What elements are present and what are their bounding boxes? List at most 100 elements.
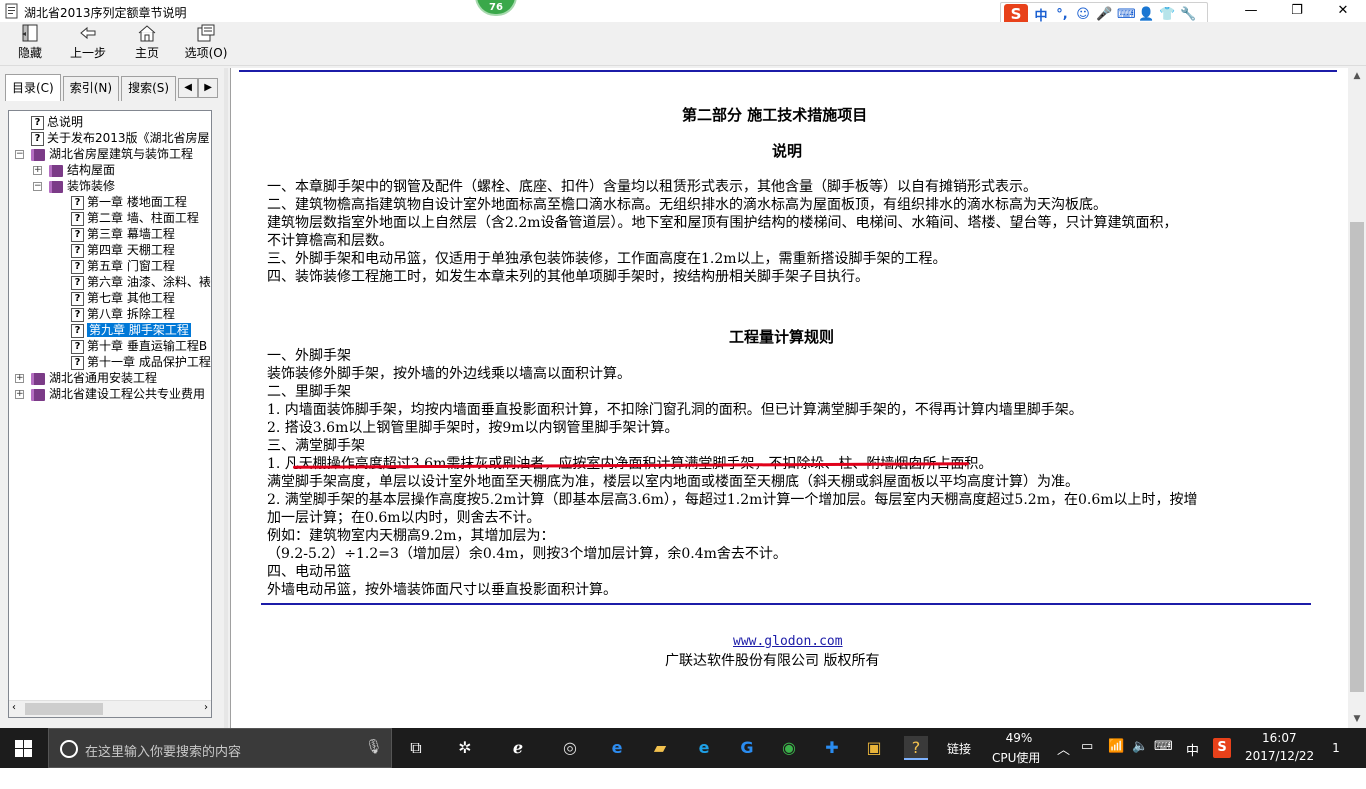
help-viewer-task-icon[interactable]: ? [904,736,928,760]
rules-line: 四、电动吊篮 [267,564,351,580]
ime-user-icon[interactable]: 👤 [1138,7,1154,22]
help-page-icon: ? [71,291,84,306]
close-button[interactable]: ✕ [1320,0,1366,22]
glodon-link[interactable]: www.glodon.com [733,634,843,649]
expand-icon[interactable]: + [15,390,24,399]
performance-badge[interactable]: 76 [475,0,517,16]
home-label: 主页 [134,46,159,60]
tree-item-label: 结构屋面 [67,163,116,177]
rules-line: 加一层计算；在0.6m以内时，则舍去不计。 [267,510,541,526]
internet-explorer-icon[interactable]: e [692,736,716,760]
tab-contents[interactable]: 目录(C) [5,74,61,101]
tab-scroll-right-icon[interactable]: ▶ [198,78,219,98]
glodon-g-icon[interactable]: G [735,736,759,760]
tree-item[interactable]: ? 第二章 墙、柱面工程 [71,210,199,226]
pane-splitter[interactable] [224,68,228,728]
ime-keyboard-icon[interactable]: ⌨ [1117,7,1136,22]
action-center-icon[interactable]: 1 [1326,738,1346,758]
tree-item[interactable]: ? 第十章 垂直运输工程B [71,338,207,354]
tree-item-label: 第七章 其他工程 [87,291,175,305]
scroll-right-icon[interactable]: › [204,702,208,713]
minimize-button[interactable]: — [1228,0,1274,22]
taskbar-search-box[interactable]: 在这里输入你要搜索的内容 🎙 [48,728,392,768]
tree-item[interactable]: ? 第一章 楼地面工程 [71,194,187,210]
rules-line: 三、满堂脚手架 [267,438,365,454]
edge-icon[interactable]: e [605,736,629,760]
tray-expand-icon[interactable]: ︿ [1057,739,1070,779]
options-button[interactable]: 选项(O) [184,24,228,64]
tab-scroll-left-icon[interactable]: ◀ [178,78,199,98]
contents-tree[interactable]: ‹ › ? 总说明? 关于发布2013版《湖北省房屋 − 湖北省房屋建筑与装饰工程 + 结构… [8,110,212,718]
tree-scroll-thumb[interactable] [25,703,103,715]
hide-button[interactable]: 隐藏 [12,24,48,64]
collapse-icon[interactable]: − [15,150,24,159]
clock-date[interactable]: 2017/12/22 [1245,749,1314,789]
content-vertical-scrollbar[interactable]: ▲ ▼ [1348,68,1366,728]
explain-line: 二、建筑物檐高指建筑物自设计室外地面标高至檐口滴水标高。无组织排水的滴水标高为屋… [267,197,1107,213]
tree-item[interactable]: ? 第五章 门窗工程 [71,258,175,274]
tree-item[interactable]: ? 第三章 幕墙工程 [71,226,175,242]
back-button[interactable]: 上一步 [68,24,108,64]
maximize-button[interactable]: ❐ [1274,0,1320,22]
help-toolbar: 隐藏 上一步 主页 选项(O) [0,22,1366,66]
scroll-up-icon[interactable]: ▲ [1348,68,1366,85]
tree-item[interactable]: 湖北省房屋建筑与装饰工程 [31,146,193,162]
ime-skin-icon[interactable]: 👕 [1159,7,1175,22]
rules-line: 外墙电动吊篮，按外墙装饰面尺寸以垂直投影面积计算。 [267,582,617,598]
tree-item[interactable]: ? 第七章 其他工程 [71,290,175,306]
tree-item[interactable]: 结构屋面 [49,162,115,178]
scroll-down-icon[interactable]: ▼ [1348,711,1366,728]
help-page-icon: ? [71,355,84,370]
tree-item[interactable]: ? 第四章 天棚工程 [71,242,175,258]
help-page-icon: ? [71,339,84,354]
ime-voice-icon[interactable]: 🎤 [1096,7,1112,22]
swirl-app-icon[interactable]: ◎ [558,736,582,760]
ie-legacy-icon[interactable]: ℯ [506,736,530,760]
tab-search[interactable]: 搜索(S) [121,76,177,101]
file-explorer-icon[interactable]: ▰ [648,736,672,760]
tree-item[interactable]: 装饰装修 [49,178,115,194]
scroll-left-icon[interactable]: ‹ [12,702,16,713]
explain-line: 建筑物层数指室外地面以上自然层（含2.2m设备管道层）。地下室和屋顶有围护结构的… [267,215,1178,231]
tree-item[interactable]: ? 第六章 油漆、涂料、裱 [71,274,211,290]
start-button[interactable] [0,728,48,768]
part-title: 第二部分 施工技术措施项目 [682,106,868,124]
ime-emoji-icon[interactable]: ☺ [1075,7,1091,22]
battery-icon[interactable]: ▭ [1081,739,1093,779]
tree-item[interactable]: ? 第十一章 成品保护工程 [71,354,211,370]
rules-line: 2. 搭设3.6m以上钢管里脚手架时，按9m以内钢管里脚手架计算。 [267,420,679,436]
tab-index[interactable]: 索引(N) [62,76,120,101]
pinwheel-app-icon[interactable]: ✲ [453,736,477,760]
rules-line: （9.2-5.2）÷1.2=3（增加层）余0.4m，则按3个增加层计算，余0.4… [267,546,787,562]
cpu-usage-label: CPU使用 [992,751,1041,765]
nav-tabs: 目录(C) 索引(N) 搜索(S) ◀ ▶ [5,74,219,101]
app-cross-icon[interactable]: ✚ [820,736,844,760]
notes-app-icon[interactable]: ▣ [862,736,886,760]
ime-settings-icon[interactable]: 🔧 [1180,7,1196,22]
tree-item[interactable]: ? 总说明 [31,114,83,130]
help-window: 湖北省2013序列定额章节说明 76 S 中 °, ☺ 🎤 ⌨ 👤 👕 🔧 — … [0,0,1366,728]
expand-icon[interactable]: + [33,166,42,175]
options-label: 选项(O) [184,46,228,60]
task-view-icon[interactable]: ⧉ [404,736,428,760]
home-button[interactable]: 主页 [132,24,162,64]
wifi-icon[interactable]: 📶 [1108,739,1124,779]
links-toolbar-label[interactable]: 链接 [947,740,971,780]
tree-item[interactable]: 湖北省通用安装工程 [31,370,157,386]
expand-icon[interactable]: + [15,374,24,383]
tree-item[interactable]: ? 关于发布2013版《湖北省房屋 [31,130,210,146]
tree-item[interactable]: 湖北省建设工程公共专业费用 [31,386,205,402]
tree-horizontal-scrollbar[interactable]: ‹ › [9,700,211,717]
volume-icon[interactable]: 🔈 [1132,739,1148,779]
microphone-icon[interactable]: 🎙 [365,739,383,755]
ime-punct-icon[interactable]: °, [1054,7,1070,22]
360-browser-icon[interactable]: ◉ [777,736,801,760]
collapse-icon[interactable]: − [33,182,42,191]
input-language-indicator[interactable]: 中 [1186,740,1199,780]
touch-keyboard-icon[interactable]: ⌨ [1154,739,1173,779]
tree-item[interactable]: ? 第九章 脚手架工程 [71,322,191,338]
window-title: 湖北省2013序列定额章节说明 [24,6,187,20]
content-scroll-thumb[interactable] [1350,222,1364,692]
sogou-tray-icon[interactable]: S [1213,738,1231,758]
tree-item[interactable]: ? 第八章 拆除工程 [71,306,175,322]
